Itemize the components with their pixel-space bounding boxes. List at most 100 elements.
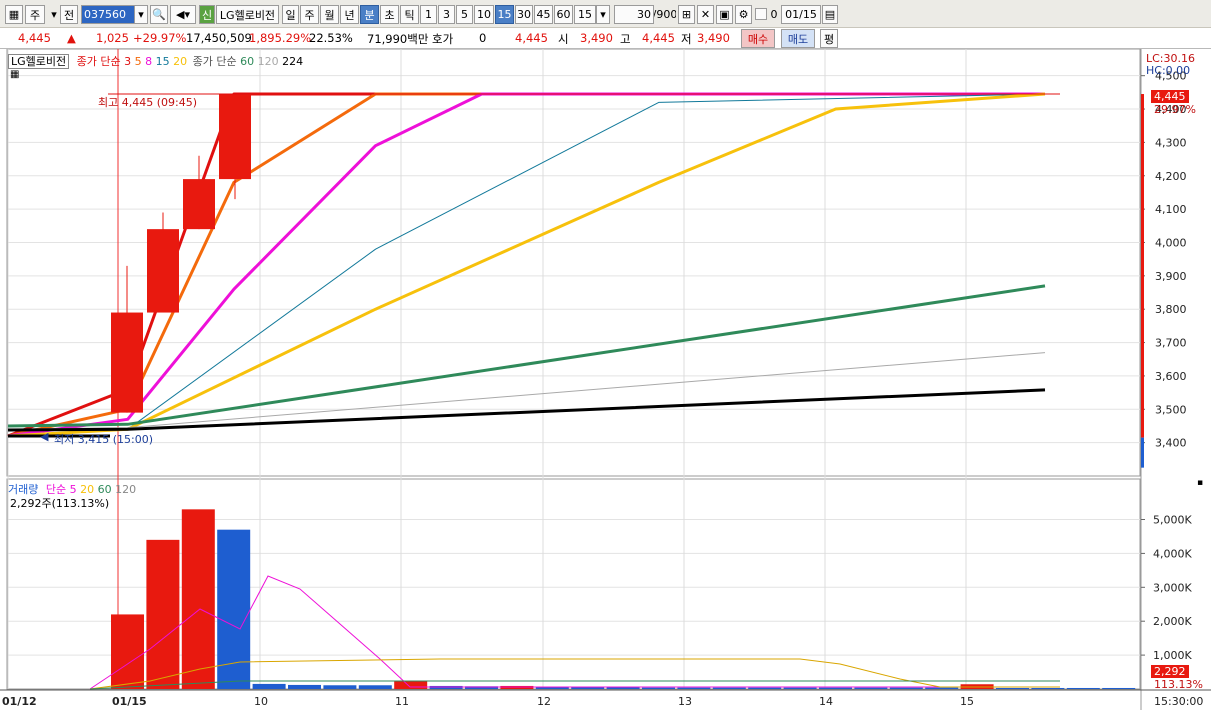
price-tick-label: 3,500 [1155,403,1187,416]
low-price: 3,490 [697,31,730,45]
legend-ma20: 20 [173,55,188,68]
volume-bar [748,687,782,689]
interval-dropdown-icon[interactable]: ▾ [596,5,610,24]
turnover-pct: 22.53% [309,31,353,45]
candle-body [147,229,179,313]
low-annotation: 최저 3,415 (15:00) [54,433,154,446]
toolbar: ▦ 주 ▾ 전 037560 ▾ 🔍 ◀▾ 신 LG헬로비전 일 주 월 년 분… [0,0,1211,28]
tab-week[interactable]: 주 [300,5,319,24]
x-tick-label: 10 [254,695,268,708]
interval-60[interactable]: 60 [554,5,573,24]
volume-bar [252,683,286,689]
buy-button[interactable]: 매수 [741,29,775,48]
legend-ma-label: 종가 단순 [76,55,121,68]
chart-svg[interactable]: 3,400 3,500 3,600 3,700 3,800 3,900 4,000 4,100… [0,48,1211,710]
code-input[interactable]: 037560 [81,5,135,24]
interval-15[interactable]: 15 [495,5,514,24]
up-arrow-icon: ▲ [67,31,76,45]
price-ma-line [7,388,1046,432]
volume-bar [323,685,357,689]
eval-button[interactable]: 평 [820,29,838,48]
volume-tick-label: 1,000K [1153,649,1192,662]
new-badge[interactable]: 신 [199,5,215,24]
candle-body [219,94,251,180]
interval-1[interactable]: 1 [420,5,437,24]
grid-icon[interactable]: ▦ [10,69,19,80]
x-tick-label: 01/12 [2,695,37,708]
sell-button[interactable]: 매도 [781,29,815,48]
vol-legend-ma120: 120 [115,483,137,496]
price-tag-pct: 29.97% [1154,103,1196,116]
legend-ma2-label: 종가 단순 [192,55,237,68]
x-tick-label: 13 [678,695,692,708]
legend-ma5: 5 [134,55,142,68]
volume-bar [783,687,817,689]
price-tag: 4,445 [1151,90,1189,103]
date-input[interactable]: 01/15 [781,5,821,24]
volume-bar [925,687,959,689]
legend-ma8: 8 [145,55,153,68]
save-icon[interactable]: ▣ [716,5,733,24]
calendar-icon[interactable]: ▤ [822,5,838,24]
volume-pct: 1,895.29% [249,31,312,45]
price-range-low-bar [1141,437,1144,468]
volume-bar [146,539,180,689]
volume-bar [571,687,605,689]
volume-bar [358,685,392,689]
price-change: 1,025 [96,31,129,45]
tab-tick[interactable]: 틱 [400,5,419,24]
volume: 17,450,509 [186,31,252,45]
hc-value: HC:0.00 [1146,64,1191,77]
search-icon[interactable]: 🔍 [150,5,168,24]
volume-bar [288,684,321,689]
legend-ma15: 15 [155,55,170,68]
x-tick-label: 12 [537,695,551,708]
interval-select[interactable]: 15 [574,5,596,24]
code-dropdown-icon[interactable]: ▾ [134,5,148,24]
candle-icon[interactable]: ⊞ [678,5,695,24]
layout-icon[interactable]: ▦ [5,5,23,24]
legend-stock-name[interactable]: LG헬로비전 [8,54,70,69]
count-total: /900 [654,8,676,21]
volume-bar [819,687,852,689]
count-input[interactable]: 30 [614,5,654,24]
all-button[interactable]: 전 [60,5,78,24]
volume-bar [1066,687,1100,689]
volume-bar [712,687,746,689]
x-tick-label: 15 [960,695,974,708]
interval-3[interactable]: 3 [438,5,455,24]
tab-year[interactable]: 년 [340,5,359,24]
interval-30[interactable]: 30 [515,5,533,24]
chart-type-button[interactable]: 주 [25,5,45,24]
open-label: 시 [558,32,569,46]
volume-bar [1102,687,1136,689]
x-tick-label: 14 [819,695,833,708]
gear-icon[interactable]: ⚙ [735,5,752,24]
dropdown-icon[interactable]: ▾ [47,5,61,24]
volume-bar [1031,687,1065,689]
legend-ma60: 60 [240,55,255,68]
chart-area[interactable]: 3,400 3,500 3,600 3,700 3,800 3,900 4,000 4,100… [0,48,1211,710]
tab-minute[interactable]: 분 [360,5,379,24]
legend-ma3: 3 [124,55,132,68]
price-tick-label: 4,300 [1155,136,1187,149]
speaker-icon[interactable]: ◀▾ [170,5,196,24]
volume-tick-label: 4,000K [1153,547,1192,560]
candle-body [183,179,215,230]
volume-bar [606,687,640,689]
x-tick-label: 01/15 [112,695,147,708]
price-tick-label: 3,700 [1155,337,1187,350]
high-label: 고 [620,32,631,46]
tab-day[interactable]: 일 [282,5,299,24]
maximize-icon[interactable]: ▪ [1197,478,1203,488]
tab-month[interactable]: 월 [320,5,339,24]
checkbox[interactable] [755,8,767,20]
price-tick-label: 3,600 [1155,370,1187,383]
hoga-value: 0 [479,31,487,45]
interval-45[interactable]: 45 [534,5,553,24]
interval-10[interactable]: 10 [474,5,494,24]
tab-second[interactable]: 초 [380,5,399,24]
low-arrow-icon: ◀ [40,430,49,443]
crosshair-icon[interactable]: ✕ [697,5,714,24]
interval-5[interactable]: 5 [456,5,473,24]
